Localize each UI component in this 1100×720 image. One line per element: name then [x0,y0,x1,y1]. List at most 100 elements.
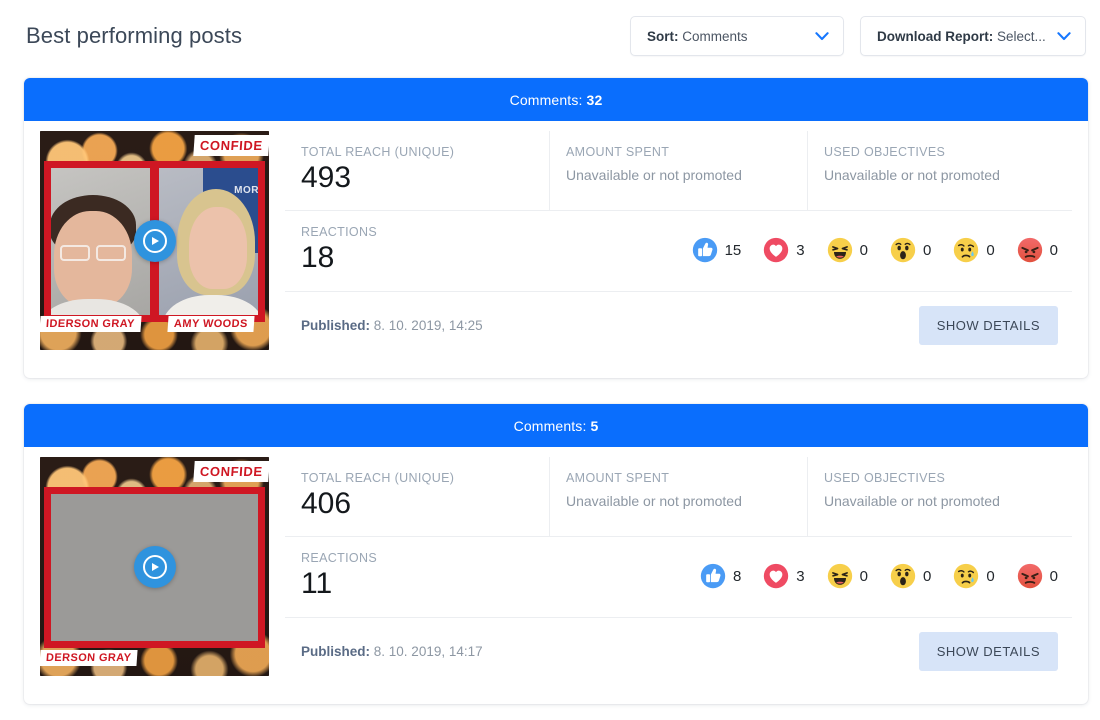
post-card: Comments: 5 CONFIDE DERSON GRAY TOTAL RE… [24,404,1088,704]
stat-total-reach-label: TOTAL REACH (UNIQUE) [301,471,455,485]
reaction-love: 3 [763,237,805,263]
reaction-love-count: 3 [796,241,805,259]
show-details-button[interactable]: SHOW DETAILS [918,305,1058,345]
stat-amount-spent-value: Unavailable or not promoted [566,167,742,183]
stat-used-objectives: USED OBJECTIVES Unavailable or not promo… [807,457,1072,537]
stat-reactions-label: REACTIONS [301,225,378,240]
stat-amount-spent-label: AMOUNT SPENT [566,145,670,159]
comments-label: Comments: [513,417,587,434]
sort-dropdown-value: Comments [682,28,748,44]
post-stats: TOTAL REACH (UNIQUE) 493 AMOUNT SPENT Un… [285,131,1072,350]
post-card-body: MOR CONFIDE IDERSON GRAY AMY WOODS TOTAL… [24,121,1088,350]
love-icon [764,563,789,589]
published-label: Published: [301,643,371,659]
published-label: Published: [301,317,371,333]
thumbnail-name-left: IDERSON GRAY [40,316,142,332]
angry-icon [1017,563,1042,589]
stat-reactions-label: REACTIONS [301,551,378,566]
comments-count: 5 [590,417,599,434]
reaction-haha-count: 0 [859,241,868,259]
stat-total-reach: TOTAL REACH (UNIQUE) 493 [285,131,549,210]
download-report-dropdown-text: Download Report: Select... [877,29,1047,44]
published-date: 8. 10. 2019, 14:25 [373,317,483,333]
sort-dropdown[interactable]: Sort: Comments [630,16,844,56]
reaction-wow-count: 0 [922,567,932,585]
reaction-wow: 0 [890,563,931,589]
reaction-angry: 0 [1017,237,1058,263]
haha-icon [827,563,852,589]
best-performing-posts-page: Best performing posts Sort: Comments Dow… [0,0,1100,720]
stat-total-reach-label: TOTAL REACH (UNIQUE) [301,145,455,159]
post-video-thumbnail[interactable]: CONFIDE DERSON GRAY [40,457,269,676]
stat-total-reach: TOTAL REACH (UNIQUE) 406 [285,457,549,536]
reaction-like: 8 [700,563,741,589]
stat-used-objectives-label: USED OBJECTIVES [824,471,946,485]
thumbnail-badge: CONFIDE [193,461,269,482]
post-card: Comments: 32 MOR CONFIDE IDERSON GRAY AM… [24,78,1088,378]
reaction-love-count: 3 [796,567,805,585]
chevron-down-icon [815,31,829,40]
love-icon [764,237,789,263]
haha-icon [827,237,852,263]
chevron-down-icon [1057,31,1071,40]
reaction-sad-count: 0 [986,241,995,259]
post-reactions-row: REACTIONS 11 8 3 0 0 0 0 [285,537,1072,618]
sad-icon [954,237,979,263]
stat-reactions-value: 18 [301,241,335,275]
reaction-sad: 0 [953,237,995,263]
sort-dropdown-text: Sort: Comments [647,29,805,44]
comments-label: Comments: [509,91,583,108]
post-published: Published: 8. 10. 2019, 14:17 [301,644,483,659]
page-title: Best performing posts [26,23,243,48]
stat-reactions: REACTIONS 18 [301,225,377,274]
play-button-icon[interactable] [133,545,176,588]
wow-icon [890,563,916,589]
reaction-sad: 0 [953,563,995,589]
download-report-label: Download Report: [877,28,994,44]
post-footer-row: Published: 8. 10. 2019, 14:25 SHOW DETAI… [285,292,1072,345]
reaction-wow-count: 0 [922,241,932,259]
like-icon [700,563,726,589]
stat-amount-spent: AMOUNT SPENT Unavailable or not promoted [549,131,807,211]
play-button-icon[interactable] [133,219,176,262]
sad-icon [954,563,979,589]
angry-icon [1017,237,1042,263]
stat-amount-spent-label: AMOUNT SPENT [566,471,670,485]
download-report-value: Select... [997,28,1046,44]
stat-reactions-value: 11 [301,567,333,601]
post-stats-top-row: TOTAL REACH (UNIQUE) 406 AMOUNT SPENT Un… [285,457,1072,538]
reaction-like-count: 8 [732,567,742,585]
stat-used-objectives-value: Unavailable or not promoted [824,493,1000,509]
published-date: 8. 10. 2019, 14:17 [373,643,483,659]
stat-total-reach-value: 406 [301,487,352,520]
show-details-button[interactable]: SHOW DETAILS [918,631,1058,671]
reaction-sad-count: 0 [986,567,995,585]
reaction-haha-count: 0 [859,567,868,585]
like-icon [692,237,717,263]
comments-count: 32 [586,91,603,108]
reaction-angry-count: 0 [1049,241,1058,259]
stat-used-objectives-label: USED OBJECTIVES [824,145,946,159]
thumbnail-badge: CONFIDE [193,135,269,156]
post-video-thumbnail[interactable]: MOR CONFIDE IDERSON GRAY AMY WOODS [40,131,269,350]
thumbnail-name-left: DERSON GRAY [40,650,138,666]
reaction-angry: 0 [1017,563,1058,589]
toolbar-controls: Sort: Comments Download Report: Select..… [630,16,1086,56]
reaction-angry-count: 0 [1049,567,1058,585]
reaction-like-count: 15 [724,241,742,259]
reactions-breakdown-list: 8 3 0 0 0 0 [700,563,1058,589]
reaction-like: 15 [692,237,742,263]
page-toolbar: Best performing posts Sort: Comments Dow… [0,0,1100,72]
post-stats-top-row: TOTAL REACH (UNIQUE) 493 AMOUNT SPENT Un… [285,131,1072,212]
download-report-dropdown[interactable]: Download Report: Select... [860,16,1086,56]
stat-total-reach-value: 493 [301,161,352,194]
post-card-body: CONFIDE DERSON GRAY TOTAL REACH (UNIQUE)… [24,447,1088,676]
stat-used-objectives: USED OBJECTIVES Unavailable or not promo… [807,131,1072,211]
post-reactions-row: REACTIONS 18 15 3 0 0 0 0 [285,211,1072,292]
post-stats: TOTAL REACH (UNIQUE) 406 AMOUNT SPENT Un… [285,457,1072,676]
post-published: Published: 8. 10. 2019, 14:25 [301,318,483,333]
stat-used-objectives-value: Unavailable or not promoted [824,167,1000,183]
reaction-haha: 0 [827,237,868,263]
sort-dropdown-label: Sort: [647,28,679,44]
reaction-haha: 0 [827,563,868,589]
